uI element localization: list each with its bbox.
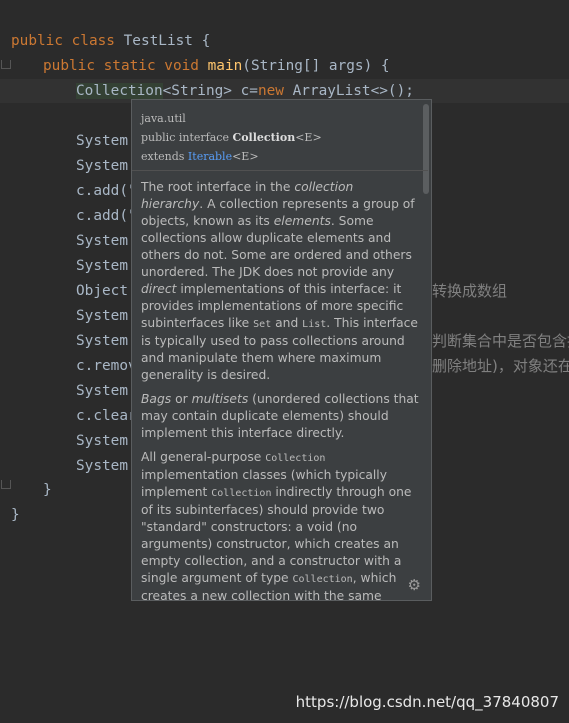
divider bbox=[132, 170, 428, 171]
code-line[interactable]: System. bbox=[76, 379, 137, 403]
keyword: public class bbox=[11, 33, 124, 49]
gear-icon[interactable]: ⚙ bbox=[408, 576, 421, 594]
code-line[interactable]: public class TestList { bbox=[11, 29, 210, 53]
code-line[interactable]: Object[ bbox=[76, 279, 137, 303]
code-line[interactable]: System. bbox=[76, 154, 137, 178]
closing-brace: } bbox=[11, 507, 20, 523]
closing-brace: } bbox=[43, 482, 52, 498]
code-line[interactable]: System. bbox=[76, 429, 137, 453]
code-line[interactable]: c.clear bbox=[76, 404, 137, 428]
code-line[interactable]: System. bbox=[76, 329, 137, 353]
constructor-call: ArrayList<>(); bbox=[283, 83, 414, 100]
code-line[interactable]: c.remov bbox=[76, 354, 137, 378]
code-comment: 判断集合中是否包含指 bbox=[432, 332, 569, 350]
doc-paragraph: Bags or multisets (unordered collections… bbox=[141, 392, 419, 440]
code-comment: 转换成数组 bbox=[432, 282, 508, 300]
definition-block: java.util public interface Collection<E>… bbox=[141, 109, 419, 166]
params: (String[] args) { bbox=[242, 58, 390, 74]
doc-paragraph: All general-purpose Collection implement… bbox=[141, 450, 412, 601]
iterable-link[interactable]: Iterable bbox=[188, 150, 232, 163]
code-line[interactable]: System. bbox=[76, 229, 137, 253]
brace: { bbox=[192, 33, 211, 49]
code-line[interactable]: System. bbox=[76, 129, 137, 153]
code-line[interactable]: System. bbox=[76, 304, 137, 328]
quick-documentation-popup[interactable]: java.util public interface Collection<E>… bbox=[131, 99, 432, 601]
keyword: public static void bbox=[43, 58, 208, 74]
doc-paragraph: The root interface in the collection hie… bbox=[141, 180, 418, 382]
package-name: java.util bbox=[141, 112, 186, 125]
fold-marker-icon[interactable] bbox=[1, 480, 11, 489]
method-name: main bbox=[207, 58, 243, 74]
var-decl: c= bbox=[231, 83, 258, 99]
type-collection[interactable]: Collection bbox=[76, 83, 163, 99]
doc-body: The root interface in the collection hie… bbox=[141, 179, 419, 601]
popup-scrollbar[interactable] bbox=[423, 104, 429, 194]
fold-marker-icon[interactable] bbox=[1, 60, 11, 69]
generic: <String> bbox=[162, 83, 232, 99]
code-line[interactable]: c.add(" bbox=[76, 179, 137, 203]
code-line[interactable]: System. bbox=[76, 254, 137, 278]
extends-line: extends Iterable<E> bbox=[141, 150, 259, 163]
code-line[interactable]: public static void main(String[] args) { bbox=[43, 54, 390, 78]
code-comment: 删除地址)，对象还在 bbox=[432, 357, 569, 375]
watermark: https://blog.csdn.net/qq_37840807 bbox=[295, 693, 559, 711]
code-line[interactable]: System. bbox=[76, 454, 137, 478]
class-name: TestList bbox=[123, 33, 193, 49]
code-line[interactable]: c.add(" bbox=[76, 204, 137, 228]
signature: public interface Collection<E> bbox=[141, 131, 322, 144]
keyword-new: new bbox=[257, 83, 284, 99]
